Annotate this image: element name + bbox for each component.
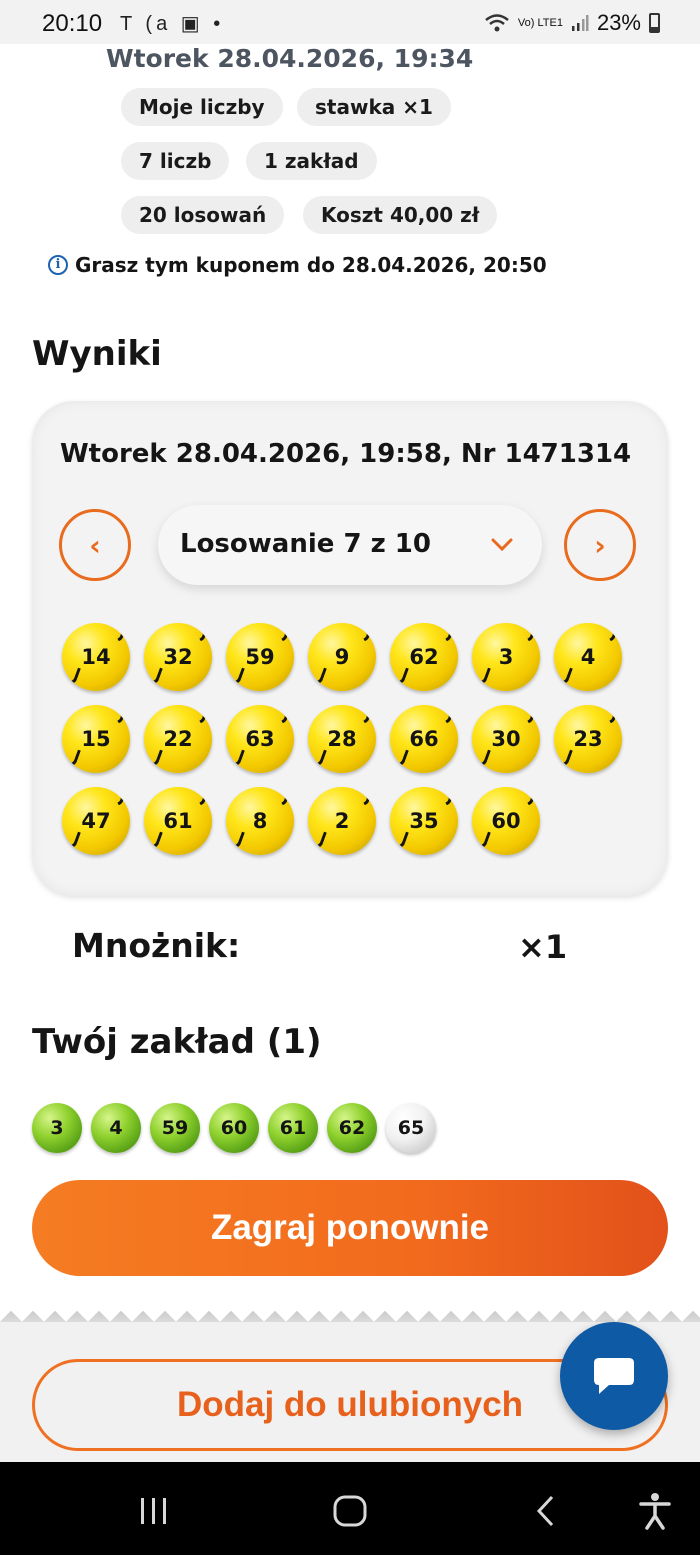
chip-stake: stawka ×1 [297, 88, 451, 126]
validity-text: Grasz tym kuponem do 28.04.2026, 20:50 [75, 253, 547, 277]
drawn-number-ball: 63 [226, 705, 294, 773]
battery-percent: 23% [596, 10, 641, 35]
bet-number-hit: 4 [91, 1103, 141, 1153]
results-card: Wtorek 28.04.2026, 19:58, Nr 1471314 ‹ L… [32, 401, 668, 896]
drawn-number-ball: 15 [62, 705, 130, 773]
multiplier-label: Mnożnik: [72, 926, 241, 965]
ticket-edge [0, 1300, 700, 1322]
drawn-number-ball: 61 [144, 787, 212, 855]
bet-numbers: 3 4 59 60 61 62 65 [32, 1103, 452, 1155]
network-label: Vo) LTE1 [517, 16, 563, 29]
play-again-button[interactable]: Zagraj ponownie [32, 1180, 668, 1276]
drawn-number-ball: 32 [144, 623, 212, 691]
drawn-number-ball: 2 [308, 787, 376, 855]
drawn-number-ball: 14 [62, 623, 130, 691]
chat-icon [594, 1358, 634, 1394]
status-right: Vo) LTE1 23% [484, 10, 660, 36]
ticket-date: Wtorek 28.04.2026, 19:34 [106, 44, 474, 73]
chevron-right-icon: › [594, 528, 606, 562]
drawn-number-ball: 47 [62, 787, 130, 855]
chat-button[interactable] [560, 1322, 668, 1430]
drawn-number-ball: 9 [308, 623, 376, 691]
drawn-number-ball: 30 [472, 705, 540, 773]
bet-number-miss: 65 [386, 1103, 436, 1153]
wifi-icon [485, 14, 509, 32]
chip-bet-count: 1 zakład [246, 142, 377, 180]
status-bar: 20:10 T (a ▣ • Vo) LTE1 23% [0, 0, 700, 44]
bet-number-hit: 62 [327, 1103, 377, 1153]
signal-icon [571, 15, 589, 31]
bet-number-hit: 61 [268, 1103, 318, 1153]
bet-title: Twój zakład (1) [32, 1022, 322, 1062]
drawn-number-ball: 4 [554, 623, 622, 691]
drawn-number-ball: 62 [390, 623, 458, 691]
validity-info: i Grasz tym kuponem do 28.04.2026, 20:50 [48, 253, 547, 277]
chip-cost: Koszt 40,00 zł [303, 196, 498, 234]
draw-header: Wtorek 28.04.2026, 19:58, Nr 1471314 [60, 439, 632, 469]
drawn-number-ball: 28 [308, 705, 376, 773]
chevron-left-icon: ‹ [89, 528, 101, 562]
results-title: Wyniki [32, 334, 162, 374]
drawn-number-ball: 3 [472, 623, 540, 691]
home-icon[interactable] [332, 1494, 368, 1528]
draw-selector-label: Losowanie 7 z 10 [180, 529, 431, 559]
drawn-number-ball: 22 [144, 705, 212, 773]
battery-icon [649, 13, 660, 33]
system-nav-bar [0, 1462, 700, 1555]
notification-icons: T (a ▣ • [120, 13, 225, 35]
bet-number-hit: 59 [150, 1103, 200, 1153]
drawn-number-ball: 35 [390, 787, 458, 855]
accessibility-icon[interactable] [638, 1492, 672, 1530]
drawn-number-ball: 60 [472, 787, 540, 855]
chip-my-numbers: Moje liczby [121, 88, 283, 126]
drawn-number-ball: 66 [390, 705, 458, 773]
chip-number-count: 7 liczb [121, 142, 230, 180]
back-icon[interactable] [534, 1494, 558, 1528]
next-draw-button[interactable]: › [564, 509, 636, 581]
recent-apps-icon[interactable] [138, 1496, 170, 1526]
drawn-number-ball: 8 [226, 787, 294, 855]
draw-selector[interactable]: Losowanie 7 z 10 [158, 505, 542, 585]
bet-number-hit: 3 [32, 1103, 82, 1153]
chip-draws: 20 losowań [121, 196, 285, 234]
chevron-down-icon [491, 538, 513, 552]
drawn-number-ball: 23 [554, 705, 622, 773]
previous-draw-button[interactable]: ‹ [59, 509, 131, 581]
bet-number-hit: 60 [209, 1103, 259, 1153]
drawn-number-ball: 59 [226, 623, 294, 691]
status-time: 20:10 [42, 10, 103, 37]
info-icon: i [48, 255, 68, 275]
multiplier-value: ×1 [518, 928, 568, 966]
